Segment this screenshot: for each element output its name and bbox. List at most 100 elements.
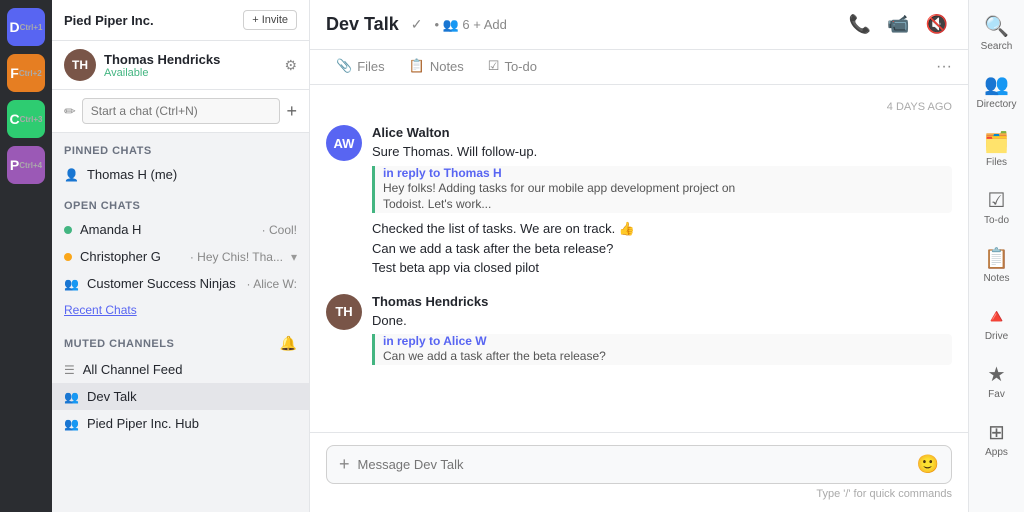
chat-preview: · Cool! <box>262 223 297 237</box>
message-input-area: + 🙂 Type '/' for quick commands <box>310 432 968 512</box>
message-input-row: + 🙂 <box>326 445 952 484</box>
new-chat-bar: ✏ + <box>52 90 309 133</box>
channel-pied-piper-hub[interactable]: 👥 Pied Piper Inc. Hub <box>52 410 309 437</box>
tab-files-label: Files <box>357 59 384 74</box>
group-icon: 👥 <box>64 277 79 291</box>
workspace-icon-3[interactable]: CCtrl+3 <box>7 100 45 138</box>
message-sender: Thomas Hendricks <box>372 294 952 309</box>
drive-icon: 🔺 <box>984 304 1009 329</box>
new-chat-input[interactable] <box>82 98 281 124</box>
invite-button[interactable]: + Invite <box>243 10 297 30</box>
nav-item-apps[interactable]: ⊞ Apps <box>971 411 1023 467</box>
chat-item-amanda[interactable]: Amanda H · Cool! <box>52 216 309 243</box>
nav-item-todo[interactable]: ☑ To-do <box>971 179 1023 235</box>
chat-members: • 👥 6 + Add <box>434 17 506 33</box>
fav-icon: ★ <box>988 362 1006 387</box>
new-chat-plus-icon[interactable]: + <box>286 101 297 122</box>
more-options-icon[interactable]: ··· <box>936 58 952 76</box>
channel-name: All Channel Feed <box>83 362 183 377</box>
tab-notes-label: Notes <box>430 59 464 74</box>
message-content: Alice Walton Sure Thomas. Will follow-up… <box>372 125 952 278</box>
message-group: TH Thomas Hendricks Done. in reply to Al… <box>326 294 952 371</box>
icon-bar: DCtrl+1 FCtrl+2 CCtrl+3 PCtrl+4 <box>0 0 52 512</box>
message-text: Done. <box>372 311 952 331</box>
pinned-chat-name: Thomas H (me) <box>87 167 297 182</box>
gear-icon[interactable]: ⚙ <box>284 57 297 74</box>
message-text: Sure Thomas. Will follow-up. <box>372 142 952 162</box>
channel-all-feed[interactable]: ☰ All Channel Feed <box>52 356 309 383</box>
group-icon: 👥 <box>64 390 79 404</box>
tab-todo[interactable]: ☑ To-do <box>478 50 547 84</box>
message-sender: Alice Walton <box>372 125 952 140</box>
messages-area: 4 DAYS AGO AW Alice Walton Sure Thomas. … <box>310 85 968 432</box>
message-text: Can we add a task after the beta release… <box>372 239 952 259</box>
main-chat: Dev Talk ✓ • 👥 6 + Add 📞 📹 🔇 📎 Files 📋 N… <box>310 0 968 512</box>
message-content: Thomas Hendricks Done. in reply to Alice… <box>372 294 952 371</box>
emoji-icon[interactable]: 🙂 <box>917 454 939 475</box>
user-name: Thomas Hendricks <box>104 52 276 67</box>
tab-notes[interactable]: 📋 Notes <box>399 50 474 84</box>
edit-icon: ✏ <box>64 103 76 120</box>
nav-label: Files <box>986 157 1007 168</box>
nav-item-notes[interactable]: 📋 Notes <box>971 237 1023 293</box>
nav-item-fav[interactable]: ★ Fav <box>971 353 1023 409</box>
header-actions: 📞 📹 🔇 <box>845 10 952 39</box>
video-icon[interactable]: 📹 <box>883 10 913 39</box>
message-input[interactable] <box>358 457 909 472</box>
chat-name: Customer Success Ninjas <box>87 276 239 291</box>
nav-item-drive[interactable]: 🔺 Drive <box>971 295 1023 351</box>
search-icon: 🔍 <box>984 14 1009 39</box>
nav-label: Notes <box>983 273 1009 284</box>
workspace-icon-1[interactable]: DCtrl+1 <box>7 8 45 46</box>
chat-name: Christopher G <box>80 249 182 264</box>
phone-icon[interactable]: 📞 <box>845 10 875 39</box>
reply-block: in reply to Thomas H Hey folks! Adding t… <box>372 166 952 214</box>
muted-bell-icon[interactable]: 🔔 <box>280 335 297 352</box>
nav-label: Fav <box>988 389 1005 400</box>
pinned-item-thomas[interactable]: 👤 Thomas H (me) <box>52 161 309 188</box>
pinned-chats-header: PINNED CHATS <box>52 133 309 161</box>
avatar: TH <box>64 49 96 81</box>
reply-text: Can we add a task after the beta release… <box>383 348 952 365</box>
reply-block: in reply to Alice W Can we add a task af… <box>372 334 952 365</box>
nav-label: To-do <box>984 215 1009 226</box>
sidebar: Pied Piper Inc. + Invite TH Thomas Hendr… <box>52 0 310 512</box>
files-tab-icon: 📎 <box>336 58 352 74</box>
nav-label: Drive <box>985 331 1008 342</box>
nav-label: Search <box>981 41 1013 52</box>
company-section: Pied Piper Inc. <box>64 13 154 28</box>
reply-text: Hey folks! Adding tasks for our mobile a… <box>383 180 952 214</box>
quick-cmd-hint: Type '/' for quick commands <box>326 484 952 500</box>
chat-item-christopher[interactable]: Christopher G · Hey Chis! Tha... ▾ <box>52 243 309 270</box>
right-nav: 🔍 Search 👥 Directory 🗂️ Files ☑ To-do 📋 … <box>968 0 1024 512</box>
workspace-icon-4[interactable]: PCtrl+4 <box>7 146 45 184</box>
channel-dev-talk[interactable]: 👥 Dev Talk <box>52 383 309 410</box>
tab-files[interactable]: 📎 Files <box>326 50 395 84</box>
chat-name: Amanda H <box>80 222 254 237</box>
user-status: Available <box>104 67 276 79</box>
avatar: AW <box>326 125 362 161</box>
notes-tab-icon: 📋 <box>409 58 425 74</box>
reply-author: in reply to Alice W <box>383 334 952 348</box>
sidebar-header: Pied Piper Inc. + Invite <box>52 0 309 41</box>
mute-icon[interactable]: 🔇 <box>922 10 952 39</box>
verified-icon: ✓ <box>411 16 423 33</box>
chat-item-customer-success[interactable]: 👥 Customer Success Ninjas · Alice W: <box>52 270 309 297</box>
company-name: Pied Piper Inc. <box>64 13 154 28</box>
nav-item-files[interactable]: 🗂️ Files <box>971 121 1023 177</box>
notes-icon: 📋 <box>984 246 1009 271</box>
person-icon: 👤 <box>64 168 79 182</box>
chat-title: Dev Talk <box>326 14 399 35</box>
group-icon: 👥 <box>64 417 79 431</box>
avatar: TH <box>326 294 362 330</box>
open-chats-header: OPEN CHATS <box>52 188 309 216</box>
nav-label: Apps <box>985 447 1008 458</box>
list-icon: ☰ <box>64 363 75 377</box>
workspace-icon-2[interactable]: FCtrl+2 <box>7 54 45 92</box>
header-actions: + Invite <box>243 10 297 30</box>
nav-item-search[interactable]: 🔍 Search <box>971 5 1023 61</box>
message-text: Checked the list of tasks. We are on tra… <box>372 219 952 239</box>
nav-item-directory[interactable]: 👥 Directory <box>971 63 1023 119</box>
recent-chats-link[interactable]: Recent Chats <box>52 297 309 323</box>
attachment-plus-icon[interactable]: + <box>339 454 350 475</box>
